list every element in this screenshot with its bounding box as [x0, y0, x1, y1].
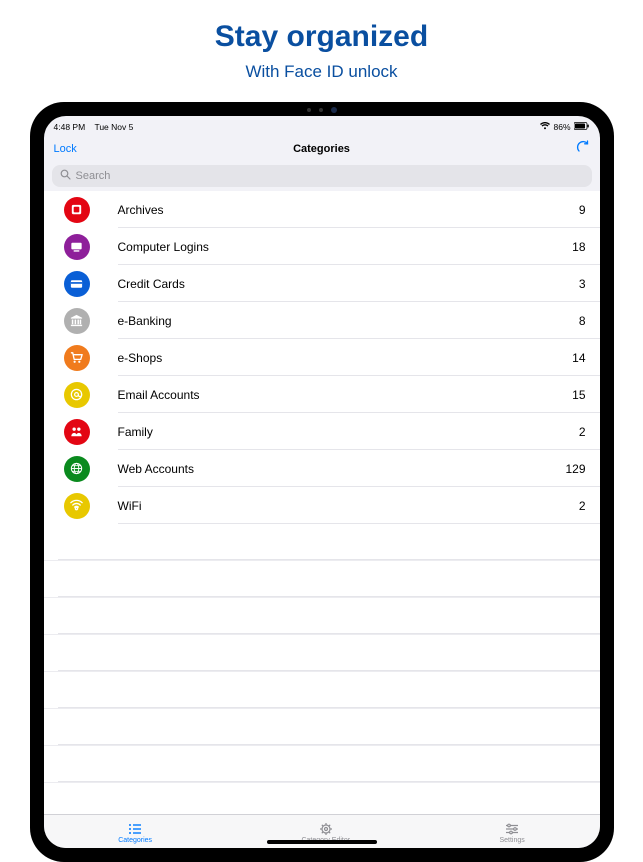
category-label: Email Accounts: [118, 388, 573, 402]
card-icon: [64, 271, 90, 297]
category-row[interactable]: WiFi2: [44, 487, 600, 524]
category-row[interactable]: Family2: [44, 413, 600, 450]
bank-icon: [64, 308, 90, 334]
category-label: e-Banking: [118, 314, 579, 328]
category-row[interactable]: e-Banking8: [44, 302, 600, 339]
empty-row: [44, 709, 600, 746]
category-count: 9: [579, 203, 586, 217]
archive-icon: [64, 197, 90, 223]
category-count: 2: [579, 425, 586, 439]
category-label: Computer Logins: [118, 240, 573, 254]
category-list[interactable]: Archives9Computer Logins18Credit Cards3e…: [44, 191, 600, 814]
gear-icon: [319, 822, 333, 836]
category-label: Web Accounts: [118, 462, 566, 476]
category-row[interactable]: Credit Cards3: [44, 265, 600, 302]
empty-row: [44, 598, 600, 635]
battery-icon: [574, 122, 590, 132]
computer-icon: [64, 234, 90, 260]
device-sensors: [307, 107, 337, 113]
home-indicator[interactable]: [267, 840, 377, 844]
marketing-subhead: With Face ID unlock: [245, 62, 397, 82]
category-label: Archives: [118, 203, 579, 217]
category-label: Credit Cards: [118, 277, 579, 291]
category-row[interactable]: Email Accounts15: [44, 376, 600, 413]
empty-row: [44, 561, 600, 598]
globe-icon: [64, 456, 90, 482]
category-count: 14: [572, 351, 585, 365]
marketing-headline: Stay organized: [215, 20, 428, 54]
empty-row: [44, 746, 600, 783]
category-count: 8: [579, 314, 586, 328]
category-label: Family: [118, 425, 579, 439]
category-row[interactable]: e-Shops14: [44, 339, 600, 376]
category-count: 18: [572, 240, 585, 254]
empty-row: [44, 524, 600, 561]
category-label: WiFi: [118, 499, 579, 513]
status-date: Tue Nov 5: [94, 122, 133, 132]
list-icon: [128, 822, 142, 836]
cart-icon: [64, 345, 90, 371]
email-icon: [64, 382, 90, 408]
status-battery: 86%: [553, 122, 570, 132]
status-time: 4:48 PM: [54, 122, 86, 132]
category-label: e-Shops: [118, 351, 573, 365]
empty-row: [44, 783, 600, 814]
category-count: 3: [579, 277, 586, 291]
category-count: 2: [579, 499, 586, 513]
category-count: 129: [565, 462, 585, 476]
category-row[interactable]: Web Accounts129: [44, 450, 600, 487]
family-icon: [64, 419, 90, 445]
empty-row: [44, 672, 600, 709]
wifi-icon: [64, 493, 90, 519]
search-icon: [60, 169, 71, 183]
wifi-status-icon: [540, 122, 550, 132]
tab-categories[interactable]: Categories: [118, 822, 152, 844]
tab-label: Settings: [499, 837, 524, 844]
tab-settings[interactable]: Settings: [499, 822, 524, 844]
empty-row: [44, 635, 600, 672]
lock-button[interactable]: Lock: [54, 143, 77, 155]
sliders-icon: [505, 822, 519, 836]
tab-label: Categories: [118, 837, 152, 844]
status-bar: 4:48 PM Tue Nov 5 86%: [44, 119, 600, 135]
search-placeholder: Search: [76, 170, 111, 182]
page-title: Categories: [293, 143, 350, 155]
refresh-button[interactable]: [576, 140, 590, 159]
device-frame: 4:48 PM Tue Nov 5 86% Lock Categories: [30, 102, 614, 862]
category-row[interactable]: Archives9: [44, 191, 600, 228]
search-input[interactable]: Search: [52, 165, 592, 187]
category-row[interactable]: Computer Logins18: [44, 228, 600, 265]
category-count: 15: [572, 388, 585, 402]
nav-bar: Lock Categories: [44, 135, 600, 163]
